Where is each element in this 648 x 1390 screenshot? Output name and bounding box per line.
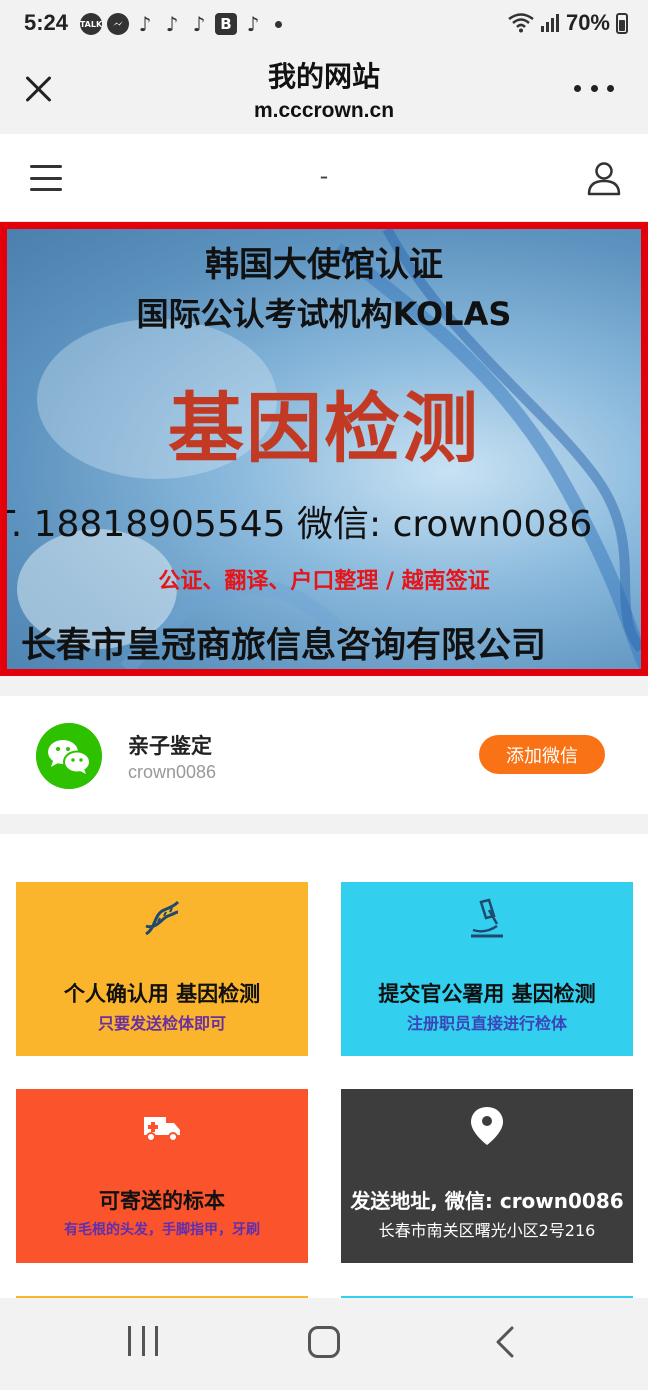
tile-title: 可寄送的标本 [99, 1189, 225, 1213]
back-icon[interactable] [494, 1326, 516, 1358]
wechat-id: crown0086 [128, 762, 217, 782]
status-bar: 5:24 TALK ♪ ♪ ♪ B ♪ 70% [0, 0, 648, 50]
location-pin-icon [471, 1107, 503, 1145]
tiktok-icon: ♪ [165, 12, 179, 36]
recent-apps-icon[interactable] [128, 1326, 158, 1356]
hero-banner[interactable]: 韩国大使馆认证 国际公认考试机构KOLAS 基因检测 T. 1881890554… [0, 222, 648, 676]
battery-percent: 70% [565, 10, 610, 35]
browser-header: 我的网站 m.cccrown.cn [0, 50, 648, 134]
banner-headline: 基因检测 [168, 384, 480, 473]
tiktok-icon: ♪ [246, 12, 260, 36]
banner-services: 公证、翻译、户口整理 / 越南签证 [158, 569, 490, 594]
tile-title: 提交官公署用 基因检测 [378, 982, 596, 1006]
tile-personal-dna-test[interactable]: 个人确认用 基因检测 只要发送检体即可 [16, 882, 308, 1056]
tile-official-dna-test[interactable]: 提交官公署用 基因检测 注册职员直接进行检体 [341, 882, 633, 1056]
ambulance-icon [144, 1117, 180, 1142]
android-nav-bar [0, 1298, 648, 1390]
tiktok-icon: ♪ [192, 12, 206, 36]
banner-line-1: 韩国大使馆认证 [205, 245, 443, 285]
banner-line-2: 国际公认考试机构KOLAS [136, 295, 512, 333]
user-icon[interactable] [586, 160, 622, 196]
tile-subtitle: 有毛根的头发，手脚指甲，牙刷 [64, 1222, 260, 1238]
home-icon[interactable] [308, 1326, 340, 1358]
add-wechat-button[interactable]: 添加微信 [479, 735, 605, 774]
site-nav-bar: - [0, 134, 648, 222]
banner-company: 长春市皇冠商旅信息咨询有限公司 [21, 626, 547, 666]
tile-subtitle: 只要发送检体即可 [97, 1014, 226, 1033]
status-time: 5:24 [24, 10, 69, 35]
battery-icon [616, 12, 628, 34]
microscope-icon [471, 898, 503, 938]
signal-icon [540, 14, 559, 32]
tile-title: 发送地址, 微信: crown0086 [350, 1189, 624, 1213]
wechat-name: 亲子鉴定 [128, 734, 212, 758]
page-title: 我的网站 [267, 60, 380, 93]
tiktok-icon: ♪ [138, 12, 152, 36]
wechat-icon [36, 723, 102, 789]
tile-specimens[interactable]: 可寄送的标本 有毛根的头发，手脚指甲，牙刷 [16, 1089, 308, 1263]
page-url: m.cccrown.cn [253, 99, 395, 122]
tile-subtitle: 长春市南关区曙光小区2号216 [378, 1221, 596, 1240]
messenger-icon [107, 13, 129, 35]
b-app-icon: B [215, 13, 237, 35]
site-nav-title: - [319, 162, 329, 190]
service-tiles: 个人确认用 基因检测 只要发送检体即可 提交官公署用 基因检测 注册职员直接进行… [0, 834, 648, 1300]
tile-address[interactable]: 发送地址, 微信: crown0086 长春市南关区曙光小区2号216 [341, 1089, 633, 1263]
tile-subtitle: 注册职员直接进行检体 [406, 1014, 567, 1033]
dot-icon [275, 20, 282, 28]
notification-icons: TALK ♪ ♪ ♪ B ♪ [80, 10, 282, 38]
talk-icon: TALK [80, 13, 102, 35]
dna-icon [145, 900, 180, 936]
banner-contact: T. 18818905545 微信: crown0086 [0, 504, 593, 545]
status-right: 70% [508, 10, 628, 36]
more-options-icon[interactable] [574, 85, 614, 95]
wechat-card: 亲子鉴定 crown0086 添加微信 [0, 696, 648, 814]
wifi-icon [508, 13, 534, 33]
tile-title: 个人确认用 基因检测 [63, 982, 261, 1006]
